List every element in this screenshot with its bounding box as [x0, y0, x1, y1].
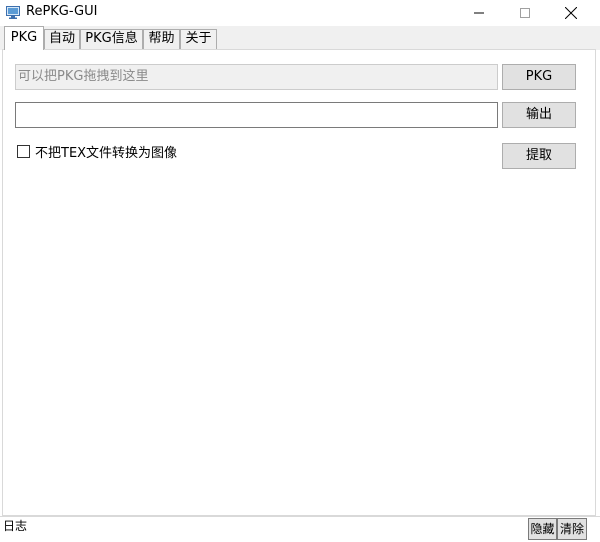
- app-monitor-icon: [6, 6, 20, 19]
- tab-pkg[interactable]: PKG: [4, 26, 44, 50]
- minimize-icon: [474, 12, 484, 14]
- clear-log-button[interactable]: 清除: [557, 518, 587, 540]
- hide-log-button[interactable]: 隐藏: [528, 518, 557, 540]
- pkg-button[interactable]: PKG: [502, 64, 576, 90]
- log-label: 日志: [3, 519, 28, 533]
- tab-pkg-info[interactable]: PKG信息: [80, 29, 143, 49]
- output-path-field[interactable]: [15, 102, 498, 128]
- tab-help[interactable]: 帮助: [143, 29, 180, 49]
- tab-auto[interactable]: 自动: [44, 29, 80, 49]
- window-title: RePKG-GUI: [26, 4, 98, 19]
- extract-button[interactable]: 提取: [502, 143, 576, 169]
- tab-strip: PKG 自动 PKG信息 帮助 关于: [0, 26, 600, 50]
- output-button[interactable]: 输出: [502, 102, 576, 128]
- pkg-drop-field[interactable]: 可以把PKG拖拽到这里: [15, 64, 498, 90]
- minimize-button[interactable]: [456, 0, 502, 26]
- maximize-button[interactable]: [502, 0, 548, 26]
- title-bar: RePKG-GUI: [0, 0, 600, 26]
- close-button[interactable]: [548, 0, 594, 26]
- no-tex-convert-label[interactable]: 不把TEX文件转换为图像: [35, 142, 177, 161]
- tab-about[interactable]: 关于: [180, 29, 217, 49]
- maximize-icon: [520, 8, 530, 18]
- log-area[interactable]: [0, 516, 600, 542]
- close-icon: [565, 7, 577, 19]
- no-tex-convert-checkbox[interactable]: [17, 145, 30, 158]
